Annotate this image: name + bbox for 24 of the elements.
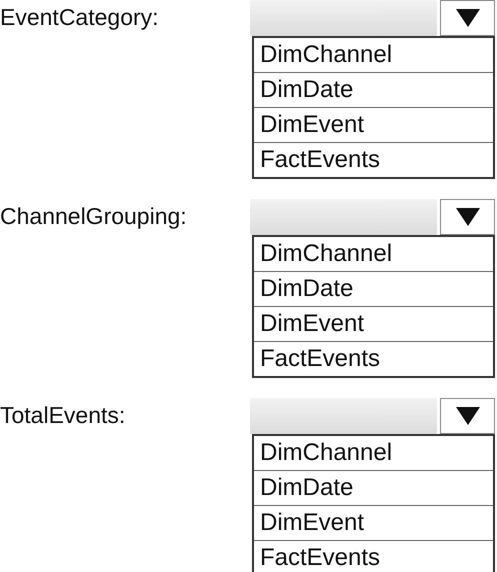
dropdown-button[interactable]	[440, 0, 495, 36]
dropdown-option[interactable]: DimDate	[254, 271, 493, 306]
caret-icon	[454, 406, 480, 426]
dropdown-field[interactable]	[250, 0, 437, 36]
dropdown-option[interactable]: DimChannel	[254, 38, 493, 72]
dropdown-option[interactable]: FactEvents	[254, 341, 493, 376]
dropdown-option[interactable]: DimChannel	[254, 237, 493, 271]
dropdown-button[interactable]	[440, 398, 495, 434]
caret-icon	[454, 8, 480, 28]
dropdown-option[interactable]: FactEvents	[254, 540, 493, 572]
dropdown-option[interactable]: DimDate	[254, 470, 493, 505]
field-label: ChannelGrouping:	[0, 202, 188, 231]
field-label: EventCategory:	[0, 3, 160, 32]
dropdown-option[interactable]: DimDate	[254, 72, 493, 107]
dropdown-field[interactable]	[250, 398, 437, 434]
dropdown-option[interactable]: FactEvents	[254, 142, 493, 177]
dropdown-option[interactable]: DimEvent	[254, 107, 493, 142]
dropdown-field[interactable]	[250, 199, 437, 235]
dropdown-button[interactable]	[440, 199, 495, 235]
dropdown-option[interactable]: DimEvent	[254, 306, 493, 341]
field-label: TotalEvents:	[0, 401, 126, 430]
caret-icon	[454, 207, 480, 227]
dropdown-option[interactable]: DimChannel	[254, 436, 493, 470]
dropdown-option[interactable]: DimEvent	[254, 505, 493, 540]
